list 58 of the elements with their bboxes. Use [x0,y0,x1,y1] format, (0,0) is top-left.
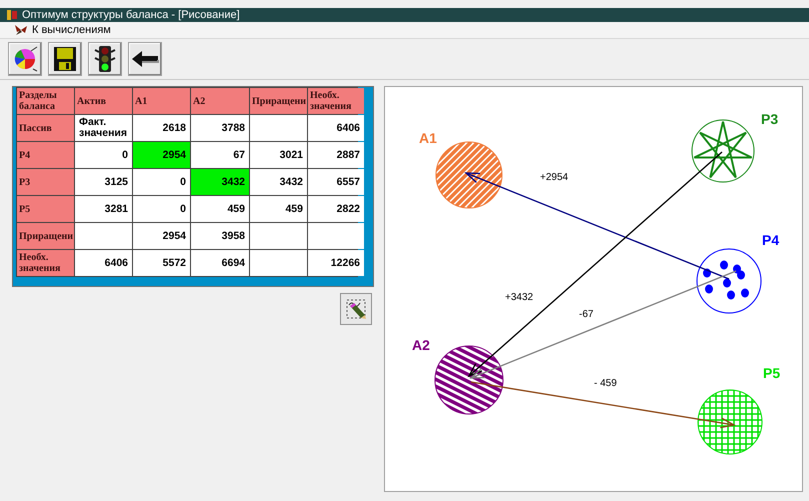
window-title: Оптимум структуры баланса - [Рисование] [22,9,240,21]
column-header: Приращени [250,88,307,114]
node-label: P5 [763,365,780,381]
save-button[interactable] [48,42,82,76]
traffic-light-button[interactable] [88,42,122,76]
table-cell: 2822 [308,196,364,222]
edge-label: - 459 [594,378,617,389]
table-cell: 0 [75,142,132,168]
draw-button[interactable] [340,293,372,325]
node-label: A1 [419,130,437,146]
table-cell: 12266 [308,250,364,276]
row-header: P3 [17,169,74,195]
table-cell: 2618 [133,115,190,141]
row-header: Пассив [17,115,74,141]
table-cell: 6694 [191,250,249,276]
column-header: A1 [133,88,190,114]
table-cell: 2954 [133,142,190,168]
row-header: Приращени [17,223,74,249]
column-header: A2 [191,88,249,114]
table-cell: 3432 [191,169,249,195]
table-cell: 459 [191,196,249,222]
node-label: P4 [762,232,780,248]
table-cell: 5572 [133,250,190,276]
node-label: P3 [761,111,778,127]
table-cell: 3432 [250,169,307,195]
table-cell: 67 [191,142,249,168]
table-cell: 0 [133,169,190,195]
column-header: Необх. значения [308,88,364,114]
edge-label: -67 [579,309,594,320]
edge-label: +2954 [540,172,568,183]
row-header: P4 [17,142,74,168]
table-cell: 0 [133,196,190,222]
column-header: Разделы баланса [17,88,74,114]
butterfly-icon [14,24,28,36]
table-cell: 2954 [133,223,190,249]
row-header: Необх. значения [17,250,74,276]
table-cell: 459 [250,196,307,222]
pencil-icon [344,297,368,321]
traffic-light-icon [94,45,116,73]
table-cell: 6557 [308,169,364,195]
table-cell: 3788 [191,115,249,141]
table-cell: Факт. значения [75,115,132,141]
table-cell: 6406 [308,115,364,141]
row-header: P5 [17,196,74,222]
table-cell: 6406 [75,250,132,276]
table-cell: 3125 [75,169,132,195]
table-cell: 3281 [75,196,132,222]
left-arrow-icon [131,49,159,69]
chart-button[interactable] [8,42,42,76]
back-button[interactable] [128,42,162,76]
table-cell: 2887 [308,142,364,168]
table-cell: 3021 [250,142,307,168]
edge-label: +3432 [505,292,534,303]
app-icon [6,9,18,21]
menu-item[interactable]: К вычислениям [0,24,115,36]
table-cell: 3958 [191,223,249,249]
node-label: A2 [412,337,430,353]
column-header: Актив [75,88,132,114]
